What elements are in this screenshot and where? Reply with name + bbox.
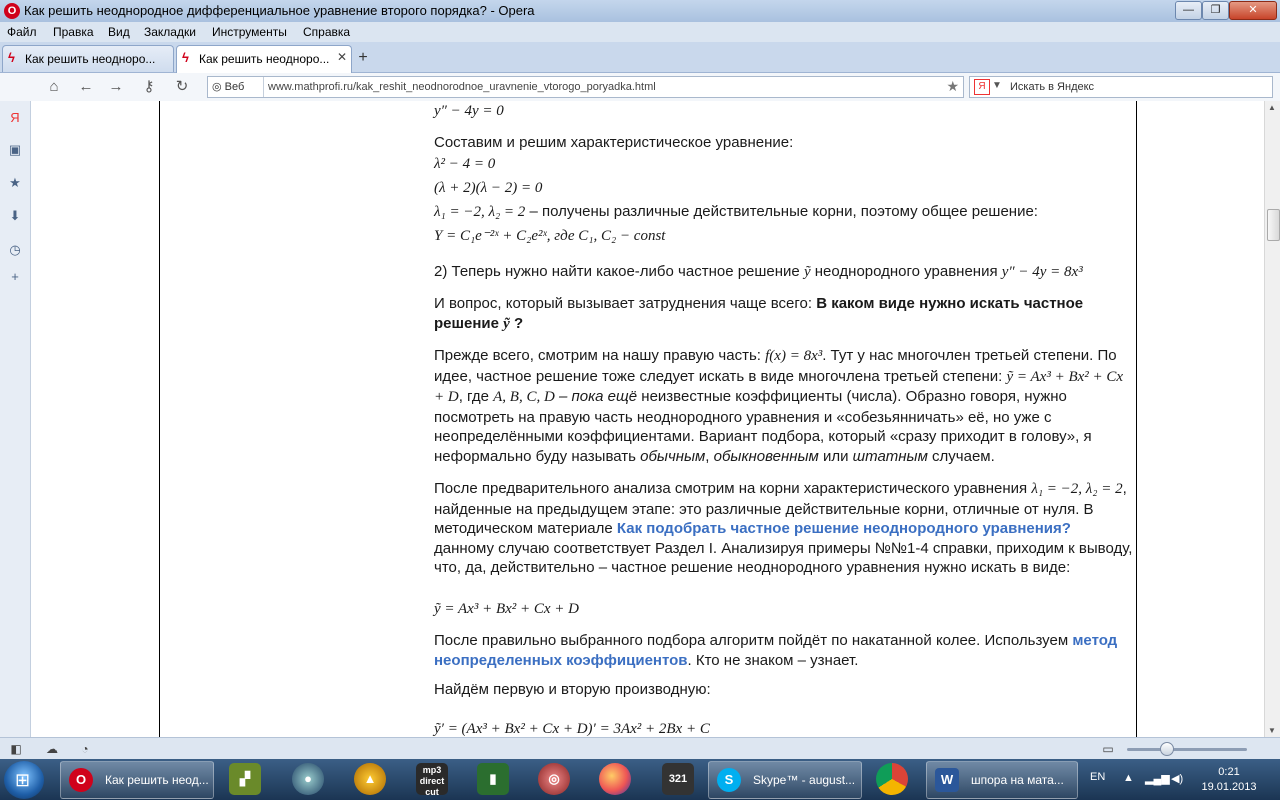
content-border-left xyxy=(159,101,160,737)
equation: ỹ = Ax³ + Bx² + Cx + D xyxy=(434,601,580,617)
panel-toggle-icon[interactable]: ◧ xyxy=(8,741,24,757)
media-player-321-icon[interactable]: 321 xyxy=(662,763,694,795)
menu-file[interactable]: Файл xyxy=(7,25,37,39)
vertical-scrollbar[interactable]: ▲ ▼ xyxy=(1264,101,1280,737)
paragraph: После предварительного анализа смотрим н… xyxy=(434,480,1133,576)
windows-taskbar: ⊞ O Как решить неод... ▞ ● ▲ mp3 direct … xyxy=(0,759,1280,800)
page-viewport[interactable]: y″ − 4y = 0 Составим и решим характерист… xyxy=(31,101,1264,737)
menu-view[interactable]: Вид xyxy=(108,25,130,39)
menu-bookmarks[interactable]: Закладки xyxy=(144,25,196,39)
clock[interactable]: 0:21 19.01.2013 xyxy=(1197,765,1261,795)
taskbar-label: Как решить неод... xyxy=(105,773,209,787)
tab-2-active[interactable]: ϟ Как решить неодноро... ✕ xyxy=(176,45,352,73)
minimize-button[interactable]: — xyxy=(1175,1,1202,20)
status-bar: ◧ ☁ ◔ ▭ xyxy=(0,737,1280,760)
reload-icon[interactable]: ↻ xyxy=(172,78,192,96)
search-field[interactable]: Я ▼ Искать в Яндекс xyxy=(969,76,1273,98)
opera-icon: O xyxy=(69,768,93,792)
paragraph: И вопрос, который вызывает затруднения ч… xyxy=(434,295,1084,332)
paragraph: Прежде всего, смотрим на нашу правую час… xyxy=(434,347,1124,465)
page-favicon-icon: ϟ xyxy=(182,50,189,65)
key-icon[interactable]: ⚷ xyxy=(139,78,159,96)
equation: y″ − 4y = 0 xyxy=(434,103,504,119)
home-icon[interactable]: ⌂ xyxy=(44,78,64,96)
opera-sidebar: Я ▣ ★ ⬇ ◷ + xyxy=(0,101,31,737)
address-field[interactable]: ◎ Веб www.mathprofi.ru/kak_reshit_neodno… xyxy=(207,76,964,98)
equation: (λ + 2)(λ − 2) = 0 xyxy=(434,180,543,196)
bookmarks-star-icon[interactable]: ★ xyxy=(7,175,23,191)
menu-bar: Файл Правка Вид Закладки Инструменты Спр… xyxy=(0,22,1280,42)
windows-start-icon[interactable]: ⊞ xyxy=(4,761,44,799)
system-tray: EN ▲ ▂▄▆ ◀) 0:21 19.01.2013 xyxy=(1085,759,1280,800)
window-title: Как решить неоднородное дифференциальное… xyxy=(24,3,535,18)
view-icon[interactable]: ▭ xyxy=(1100,741,1116,757)
scrollbar-thumb[interactable] xyxy=(1267,209,1280,241)
window-title-bar[interactable]: O Как решить неоднородное дифференциальн… xyxy=(0,0,1280,22)
taskbar-item-skype[interactable]: S Skype™ - august... xyxy=(708,761,862,799)
skype-icon: S xyxy=(717,768,741,792)
tab-close-icon[interactable]: ✕ xyxy=(337,50,347,64)
zoom-slider-thumb[interactable] xyxy=(1160,742,1174,756)
firefox-icon[interactable] xyxy=(599,763,631,795)
taskbar-item-opera[interactable]: O Как решить неод... xyxy=(60,761,214,799)
speed-dial-icon[interactable]: ▣ xyxy=(7,142,23,158)
aimp-icon[interactable]: ▲ xyxy=(354,763,386,795)
network-icon[interactable]: ▂▄▆ xyxy=(1145,772,1170,785)
taskbar-item-word[interactable]: W шпора на мата... xyxy=(926,761,1078,799)
tab-bar: ϟ Как решить неодноро... ϟ Как решить не… xyxy=(0,42,1280,73)
add-panel-icon[interactable]: + xyxy=(7,269,23,285)
opera-icon: O xyxy=(4,3,20,19)
web-label: ◎ Веб xyxy=(212,81,245,93)
bookmark-star-icon[interactable]: ★ xyxy=(946,78,959,95)
paragraph: Составим и решим характеристическое урав… xyxy=(434,134,794,151)
scroll-down-icon[interactable]: ▼ xyxy=(1268,726,1276,735)
url-text[interactable]: www.mathprofi.ru/kak_reshit_neodnorodnoe… xyxy=(268,81,656,93)
close-button[interactable]: ✕ xyxy=(1229,1,1277,20)
paragraph: Найдём первую и вторую производную: xyxy=(434,681,711,698)
link-particular-solution[interactable]: Как подобрать частное решение неоднородн… xyxy=(617,520,1071,537)
app-icon[interactable]: ◎ xyxy=(538,763,570,795)
word-icon: W xyxy=(935,768,959,792)
forward-icon[interactable]: → xyxy=(106,78,126,96)
search-placeholder: Искать в Яндекс xyxy=(1010,81,1095,93)
paragraph: λ₁ = −2, λ₂ = 2 – получены различные дей… xyxy=(434,203,1038,220)
content-border-right xyxy=(1136,101,1137,737)
back-icon[interactable]: ← xyxy=(76,78,96,96)
volume-icon[interactable]: ◀) xyxy=(1171,772,1183,785)
equation: Y = C₁e⁻²ˣ + C₂e²ˣ, где C₁, C₂ − const xyxy=(434,228,666,244)
yandex-icon[interactable]: Я xyxy=(7,110,23,126)
speedometer-icon[interactable]: ◔ xyxy=(77,741,93,757)
media-player-icon[interactable]: ● xyxy=(292,763,324,795)
yandex-icon[interactable]: Я xyxy=(974,79,990,95)
tab-label: Как решить неодноро... xyxy=(25,52,156,66)
page-favicon-icon: ϟ xyxy=(8,50,15,65)
tab-label: Как решить неодноро... xyxy=(199,52,330,66)
tab-1[interactable]: ϟ Как решить неодноро... xyxy=(2,45,174,72)
menu-tools[interactable]: Инструменты xyxy=(212,25,287,39)
app-icon[interactable]: ▞ xyxy=(229,763,261,795)
cloud-icon[interactable]: ☁ xyxy=(44,741,60,757)
chrome-icon[interactable] xyxy=(876,763,908,795)
paragraph: После правильно выбранного подбора алгор… xyxy=(434,632,1118,669)
menu-help[interactable]: Справка xyxy=(303,25,350,39)
menu-edit[interactable]: Правка xyxy=(53,25,94,39)
downloads-icon[interactable]: ⬇ xyxy=(7,208,23,224)
taskbar-label: Skype™ - august... xyxy=(753,773,856,787)
paragraph: 2) Теперь нужно найти какое-либо частное… xyxy=(434,263,1083,280)
equation: ỹ′ = (Ax³ + Bx² + Cx + D)′ = 3Ax² + 2Bx … xyxy=(434,721,710,737)
language-indicator[interactable]: EN xyxy=(1090,771,1105,783)
new-tab-icon[interactable]: + xyxy=(354,49,372,67)
mp3-direct-cut-icon[interactable]: mp3 direct cut xyxy=(416,763,448,797)
history-clock-icon[interactable]: ◷ xyxy=(7,242,23,258)
address-toolbar: ⌂ ← → ⚷ ↻ ◎ Веб www.mathprofi.ru/kak_res… xyxy=(0,73,1280,102)
maximize-button[interactable]: ❐ xyxy=(1202,1,1229,20)
taskbar-label: шпора на мата... xyxy=(971,773,1064,787)
tray-arrow-icon[interactable]: ▲ xyxy=(1123,772,1134,784)
zoom-slider-track[interactable] xyxy=(1127,748,1247,751)
scroll-up-icon[interactable]: ▲ xyxy=(1268,103,1276,112)
chevron-down-icon[interactable]: ▼ xyxy=(992,80,1002,91)
book-icon[interactable]: ▮ xyxy=(477,763,509,795)
equation: λ² − 4 = 0 xyxy=(434,156,496,172)
separator xyxy=(263,77,264,97)
